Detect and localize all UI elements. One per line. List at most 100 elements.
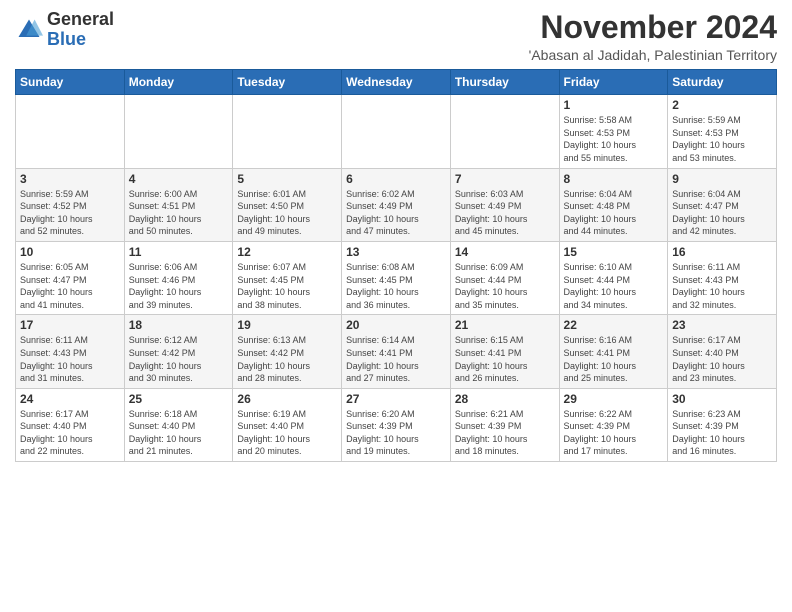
calendar-cell: 26 Sunrise: 6:19 AM Sunset: 4:40 PM Dayli… xyxy=(233,388,342,461)
day-info: Sunrise: 6:00 AM Sunset: 4:51 PM Dayligh… xyxy=(129,188,229,238)
day-info: Sunrise: 6:15 AM Sunset: 4:41 PM Dayligh… xyxy=(455,334,555,384)
calendar-cell: 2 Sunrise: 5:59 AM Sunset: 4:53 PM Daylig… xyxy=(668,95,777,168)
calendar-cell: 28Sunrise: 6:21 AM Sunset: 4:39 PM Dayli… xyxy=(450,388,559,461)
day-info: Sunrise: 6:11 AM Sunset: 4:43 PM Dayligh… xyxy=(672,261,772,311)
calendar-cell: 19 Sunrise: 6:13 AM Sunset: 4:42 PM Dayli… xyxy=(233,315,342,388)
day-info: Sunrise: 6:13 AM Sunset: 4:42 PM Dayligh… xyxy=(237,334,337,384)
day-info: Sunrise: 6:07 AM Sunset: 4:45 PM Dayligh… xyxy=(237,261,337,311)
day-info: Sunrise: 6:12 AM Sunset: 4:42 PM Dayligh… xyxy=(129,334,229,384)
day-info: Sunrise: 6:04 AM Sunset: 4:48 PM Dayligh… xyxy=(564,188,664,238)
day-number: 22 xyxy=(564,318,664,332)
day-info: Sunrise: 6:05 AM Sunset: 4:47 PM Dayligh… xyxy=(20,261,120,311)
day-number: 9 xyxy=(672,172,772,186)
logo-icon xyxy=(15,16,43,44)
day-number: 10 xyxy=(20,245,120,259)
day-info: Sunrise: 6:16 AM Sunset: 4:41 PM Dayligh… xyxy=(564,334,664,384)
day-number: 11 xyxy=(129,245,229,259)
calendar-cell: 5 Sunrise: 6:01 AM Sunset: 4:50 PM Daylig… xyxy=(233,168,342,241)
day-number: 8 xyxy=(564,172,664,186)
day-number: 30 xyxy=(672,392,772,406)
day-number: 5 xyxy=(237,172,337,186)
day-number: 3 xyxy=(20,172,120,186)
day-number: 21 xyxy=(455,318,555,332)
calendar-cell: 17Sunrise: 6:11 AM Sunset: 4:43 PM Dayli… xyxy=(16,315,125,388)
week-row-1: 1 Sunrise: 5:58 AM Sunset: 4:53 PM Daylig… xyxy=(16,95,777,168)
day-number: 18 xyxy=(129,318,229,332)
header: General Blue November 2024 'Abasan al Ja… xyxy=(15,10,777,63)
calendar-cell: 10 Sunrise: 6:05 AM Sunset: 4:47 PM Dayli… xyxy=(16,241,125,314)
day-info: Sunrise: 6:17 AM Sunset: 4:40 PM Dayligh… xyxy=(672,334,772,384)
day-info: Sunrise: 6:03 AM Sunset: 4:49 PM Dayligh… xyxy=(455,188,555,238)
day-number: 2 xyxy=(672,98,772,112)
day-number: 6 xyxy=(346,172,446,186)
calendar-cell xyxy=(16,95,125,168)
week-row-3: 10 Sunrise: 6:05 AM Sunset: 4:47 PM Dayli… xyxy=(16,241,777,314)
day-info: Sunrise: 5:58 AM Sunset: 4:53 PM Dayligh… xyxy=(564,114,664,164)
calendar-cell: 6 Sunrise: 6:02 AM Sunset: 4:49 PM Daylig… xyxy=(342,168,451,241)
logo-general: General xyxy=(47,9,114,29)
day-number: 28 xyxy=(455,392,555,406)
day-info: Sunrise: 6:09 AM Sunset: 4:44 PM Dayligh… xyxy=(455,261,555,311)
weekday-header-tuesday: Tuesday xyxy=(233,70,342,95)
calendar-cell: 22 Sunrise: 6:16 AM Sunset: 4:41 PM Dayli… xyxy=(559,315,668,388)
calendar-cell: 24Sunrise: 6:17 AM Sunset: 4:40 PM Dayli… xyxy=(16,388,125,461)
weekday-header-monday: Monday xyxy=(124,70,233,95)
day-number: 24 xyxy=(20,392,120,406)
logo: General Blue xyxy=(15,10,114,50)
day-number: 13 xyxy=(346,245,446,259)
calendar-cell: 21 Sunrise: 6:15 AM Sunset: 4:41 PM Dayli… xyxy=(450,315,559,388)
week-row-5: 24Sunrise: 6:17 AM Sunset: 4:40 PM Dayli… xyxy=(16,388,777,461)
calendar-cell: 14 Sunrise: 6:09 AM Sunset: 4:44 PM Dayli… xyxy=(450,241,559,314)
weekday-header-thursday: Thursday xyxy=(450,70,559,95)
day-info: Sunrise: 6:04 AM Sunset: 4:47 PM Dayligh… xyxy=(672,188,772,238)
calendar-cell xyxy=(124,95,233,168)
day-number: 12 xyxy=(237,245,337,259)
day-info: Sunrise: 6:19 AM Sunset: 4:40 PM Dayligh… xyxy=(237,408,337,458)
day-info: Sunrise: 6:02 AM Sunset: 4:49 PM Dayligh… xyxy=(346,188,446,238)
day-number: 29 xyxy=(564,392,664,406)
calendar-cell: 18 Sunrise: 6:12 AM Sunset: 4:42 PM Dayli… xyxy=(124,315,233,388)
logo-text: General Blue xyxy=(47,10,114,50)
location: 'Abasan al Jadidah, Palestinian Territor… xyxy=(529,47,777,63)
day-number: 26 xyxy=(237,392,337,406)
calendar-cell: 30 Sunrise: 6:23 AM Sunset: 4:39 PM Dayli… xyxy=(668,388,777,461)
page: General Blue November 2024 'Abasan al Ja… xyxy=(0,0,792,612)
day-info: Sunrise: 5:59 AM Sunset: 4:52 PM Dayligh… xyxy=(20,188,120,238)
day-number: 14 xyxy=(455,245,555,259)
day-number: 19 xyxy=(237,318,337,332)
weekday-header-wednesday: Wednesday xyxy=(342,70,451,95)
week-row-4: 17Sunrise: 6:11 AM Sunset: 4:43 PM Dayli… xyxy=(16,315,777,388)
month-title: November 2024 xyxy=(529,10,777,45)
calendar-cell xyxy=(342,95,451,168)
day-info: Sunrise: 6:14 AM Sunset: 4:41 PM Dayligh… xyxy=(346,334,446,384)
calendar-cell xyxy=(233,95,342,168)
day-info: Sunrise: 5:59 AM Sunset: 4:53 PM Dayligh… xyxy=(672,114,772,164)
calendar-cell: 16 Sunrise: 6:11 AM Sunset: 4:43 PM Dayli… xyxy=(668,241,777,314)
calendar-cell: 29 Sunrise: 6:22 AM Sunset: 4:39 PM Dayli… xyxy=(559,388,668,461)
calendar-cell: 13Sunrise: 6:08 AM Sunset: 4:45 PM Dayli… xyxy=(342,241,451,314)
day-number: 7 xyxy=(455,172,555,186)
calendar-cell: 3 Sunrise: 5:59 AM Sunset: 4:52 PM Daylig… xyxy=(16,168,125,241)
day-number: 16 xyxy=(672,245,772,259)
calendar-cell xyxy=(450,95,559,168)
day-number: 27 xyxy=(346,392,446,406)
day-number: 1 xyxy=(564,98,664,112)
weekday-header-friday: Friday xyxy=(559,70,668,95)
calendar-cell: 15Sunrise: 6:10 AM Sunset: 4:44 PM Dayli… xyxy=(559,241,668,314)
day-info: Sunrise: 6:23 AM Sunset: 4:39 PM Dayligh… xyxy=(672,408,772,458)
calendar-cell: 7 Sunrise: 6:03 AM Sunset: 4:49 PM Daylig… xyxy=(450,168,559,241)
calendar-cell: 20Sunrise: 6:14 AM Sunset: 4:41 PM Dayli… xyxy=(342,315,451,388)
calendar-cell: 25Sunrise: 6:18 AM Sunset: 4:40 PM Dayli… xyxy=(124,388,233,461)
calendar-cell: 4Sunrise: 6:00 AM Sunset: 4:51 PM Daylig… xyxy=(124,168,233,241)
day-info: Sunrise: 6:22 AM Sunset: 4:39 PM Dayligh… xyxy=(564,408,664,458)
day-info: Sunrise: 6:10 AM Sunset: 4:44 PM Dayligh… xyxy=(564,261,664,311)
weekday-header-row: SundayMondayTuesdayWednesdayThursdayFrid… xyxy=(16,70,777,95)
day-info: Sunrise: 6:20 AM Sunset: 4:39 PM Dayligh… xyxy=(346,408,446,458)
logo-blue: Blue xyxy=(47,29,86,49)
calendar-cell: 23 Sunrise: 6:17 AM Sunset: 4:40 PM Dayli… xyxy=(668,315,777,388)
day-info: Sunrise: 6:01 AM Sunset: 4:50 PM Dayligh… xyxy=(237,188,337,238)
weekday-header-sunday: Sunday xyxy=(16,70,125,95)
week-row-2: 3 Sunrise: 5:59 AM Sunset: 4:52 PM Daylig… xyxy=(16,168,777,241)
day-info: Sunrise: 6:06 AM Sunset: 4:46 PM Dayligh… xyxy=(129,261,229,311)
day-number: 23 xyxy=(672,318,772,332)
